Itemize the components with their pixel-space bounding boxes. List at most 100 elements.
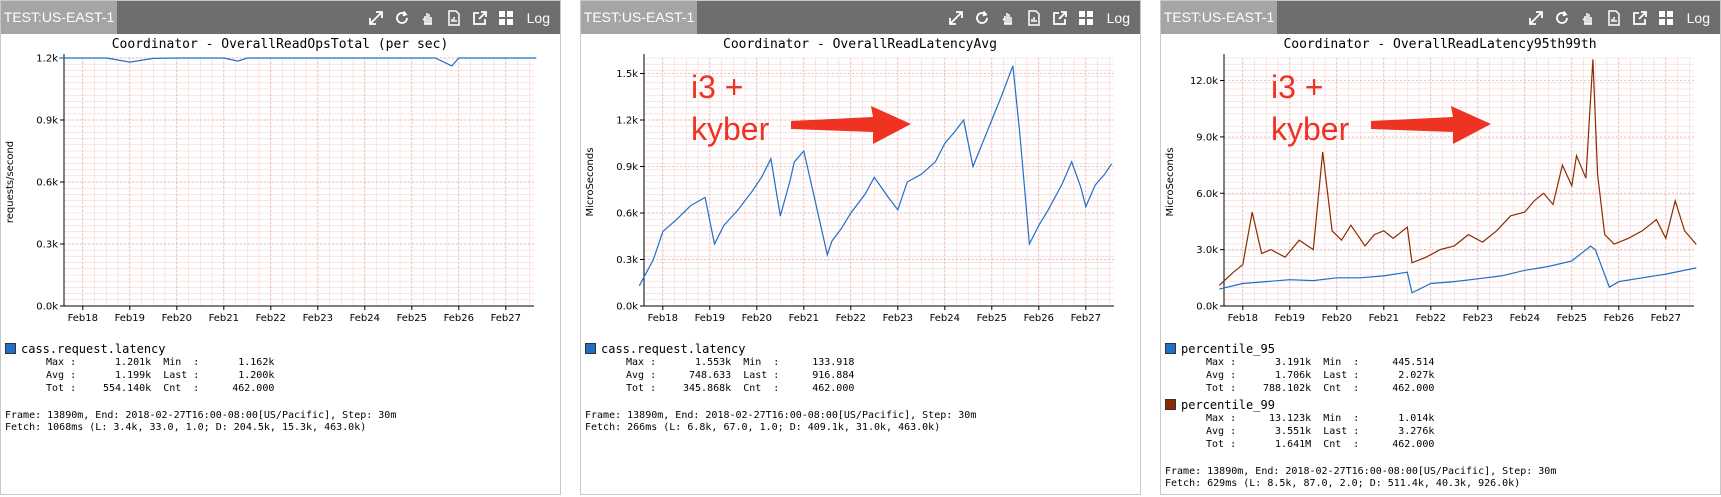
report-icon[interactable] xyxy=(1025,9,1043,27)
y-tick-label: 0.6k xyxy=(616,209,638,220)
x-tick-label: Feb18 xyxy=(648,313,678,324)
x-tick-label: Feb25 xyxy=(1557,313,1587,324)
legend-swatch xyxy=(1165,343,1176,354)
x-tick-label: Feb21 xyxy=(209,313,239,324)
external-link-icon[interactable] xyxy=(1631,9,1649,27)
frame-info: Frame: 13890m, End: 2018-02-27T16:00-08:… xyxy=(585,410,977,421)
series-line xyxy=(1219,245,1697,294)
x-tick-label: Feb20 xyxy=(1322,313,1352,324)
grid-icon[interactable] xyxy=(1077,9,1095,27)
y-axis-label: MicroSeconds xyxy=(585,148,596,217)
x-tick-label: Feb22 xyxy=(256,313,286,324)
x-tick-label: Feb25 xyxy=(977,313,1007,324)
log-link[interactable]: Log xyxy=(1107,10,1130,26)
y-axis-label: MicroSeconds xyxy=(1165,148,1176,217)
external-link-icon[interactable] xyxy=(1051,9,1069,27)
fetch-info: Fetch: 1068ms (L: 3.4k, 33.0, 1.0; D: 20… xyxy=(5,422,367,433)
legend-entry: percentile_95 Max : 3.191k Min : 445.514… xyxy=(1165,341,1434,395)
hand-icon[interactable] xyxy=(1579,9,1597,27)
expand-icon[interactable] xyxy=(1527,9,1545,27)
legend: cass.request.latency Max : 1.201k Min : … xyxy=(5,341,274,395)
refresh-icon[interactable] xyxy=(1553,9,1571,27)
expand-icon[interactable] xyxy=(367,9,385,27)
series-line xyxy=(59,57,537,67)
x-tick-label: Feb24 xyxy=(350,313,380,324)
environment-tag[interactable]: TEST:US-EAST-1 xyxy=(1161,1,1277,34)
legend-entry: cass.request.latency Max : 1.553k Min : … xyxy=(585,341,854,395)
legend-swatch xyxy=(5,343,16,354)
y-tick-label: 6.0k xyxy=(1196,189,1218,200)
grid-icon[interactable] xyxy=(1657,9,1675,27)
environment-tag[interactable]: TEST:US-EAST-1 xyxy=(581,1,697,34)
series-stats: Max : 1.553k Min : 133.918 Avg : 748.633… xyxy=(626,357,855,394)
frame-info: Frame: 13890m, End: 2018-02-27T16:00-08:… xyxy=(1165,466,1557,477)
environment-tag[interactable]: TEST:US-EAST-1 xyxy=(1,1,117,34)
log-link[interactable]: Log xyxy=(1687,10,1710,26)
x-tick-label: Feb26 xyxy=(1024,313,1054,324)
chart-title: Coordinator - OverallReadOpsTotal (per s… xyxy=(112,37,449,52)
hand-icon[interactable] xyxy=(419,9,437,27)
panel-toolbar: Log xyxy=(947,1,1130,34)
panel-footer: Frame: 13890m, End: 2018-02-27T16:00-08:… xyxy=(585,410,976,434)
legend-swatch xyxy=(585,343,596,354)
chart-read-latency-percentiles: Coordinator - OverallReadLatency95th99th… xyxy=(1165,37,1697,324)
x-tick-label: Feb27 xyxy=(1071,313,1101,324)
y-tick-label: 9.0k xyxy=(1196,132,1218,143)
series-name: percentile_99 xyxy=(1181,397,1275,412)
chart-title: Coordinator - OverallReadLatencyAvg xyxy=(723,37,997,52)
x-tick-label: Feb24 xyxy=(930,313,960,324)
legend: percentile_95 Max : 3.191k Min : 445.514… xyxy=(1165,341,1434,451)
annotation-text: i3 + xyxy=(1271,69,1323,105)
chart-read-latency-avg: Coordinator - OverallReadLatencyAvg 0.0k 0… xyxy=(585,37,1114,324)
expand-icon[interactable] xyxy=(947,9,965,27)
x-tick-label: Feb24 xyxy=(1510,313,1540,324)
report-icon[interactable] xyxy=(445,9,463,27)
panel-header: TEST:US-EAST-1 Log xyxy=(1161,1,1720,34)
series-stats: Max : 13.123k Min : 1.014k Avg : 3.551k … xyxy=(1206,413,1435,450)
dashboard-panel-read-latency-percentiles: TEST:US-EAST-1 Log Coordinator - Overall… xyxy=(1160,0,1721,495)
x-tick-label: Feb23 xyxy=(303,313,333,324)
x-tick-label: Feb23 xyxy=(1463,313,1493,324)
report-icon[interactable] xyxy=(1605,9,1623,27)
log-link[interactable]: Log xyxy=(527,10,550,26)
y-tick-label: 1.2k xyxy=(36,54,58,65)
refresh-icon[interactable] xyxy=(973,9,991,27)
y-tick-label: 0.9k xyxy=(616,162,638,173)
refresh-icon[interactable] xyxy=(393,9,411,27)
external-link-icon[interactable] xyxy=(471,9,489,27)
panel-toolbar: Log xyxy=(1527,1,1710,34)
y-tick-label: 0.0k xyxy=(1196,302,1218,313)
x-tick-label: Feb21 xyxy=(1369,313,1399,324)
series-name: percentile_95 xyxy=(1181,341,1275,356)
legend-entry: cass.request.latency Max : 1.201k Min : … xyxy=(5,341,274,395)
chart-read-ops: Coordinator - OverallReadOpsTotal (per s… xyxy=(5,37,537,324)
grid-icon[interactable] xyxy=(497,9,515,27)
x-tick-label: Feb19 xyxy=(1275,313,1305,324)
hand-icon[interactable] xyxy=(999,9,1017,27)
annotation-text: i3 + xyxy=(691,69,743,105)
y-tick-label: 12.0k xyxy=(1190,76,1218,87)
y-tick-label: 3.0k xyxy=(1196,245,1218,256)
x-tick-label: Feb26 xyxy=(1604,313,1634,324)
panel-header: TEST:US-EAST-1 Log xyxy=(1,1,560,34)
x-tick-label: Feb19 xyxy=(695,313,725,324)
dashboard-panel-read-latency-avg: TEST:US-EAST-1 Log Coordinator - Overall… xyxy=(580,0,1141,495)
legend-entry: percentile_99 Max : 13.123k Min : 1.014k… xyxy=(1165,397,1434,451)
x-tick-label: Feb18 xyxy=(68,313,98,324)
annotation-text: kyber xyxy=(691,111,770,147)
x-tick-label: Feb23 xyxy=(883,313,913,324)
series-name: cass.request.latency xyxy=(601,341,746,356)
legend: cass.request.latency Max : 1.553k Min : … xyxy=(585,341,854,395)
y-axis-label: requests/second xyxy=(5,141,16,223)
legend-swatch xyxy=(1165,399,1176,410)
x-tick-label: Feb27 xyxy=(491,313,521,324)
x-tick-label: Feb20 xyxy=(742,313,772,324)
series-stats: Max : 1.201k Min : 1.162k Avg : 1.199k L… xyxy=(46,357,275,394)
series-name: cass.request.latency xyxy=(21,341,166,356)
x-tick-label: Feb22 xyxy=(1416,313,1446,324)
y-tick-label: 0.3k xyxy=(36,240,58,251)
series-stats: Max : 3.191k Min : 445.514 Avg : 1.706k … xyxy=(1206,357,1435,394)
x-tick-label: Feb27 xyxy=(1651,313,1681,324)
annotation-text: kyber xyxy=(1271,111,1350,147)
panel-header: TEST:US-EAST-1 Log xyxy=(581,1,1140,34)
